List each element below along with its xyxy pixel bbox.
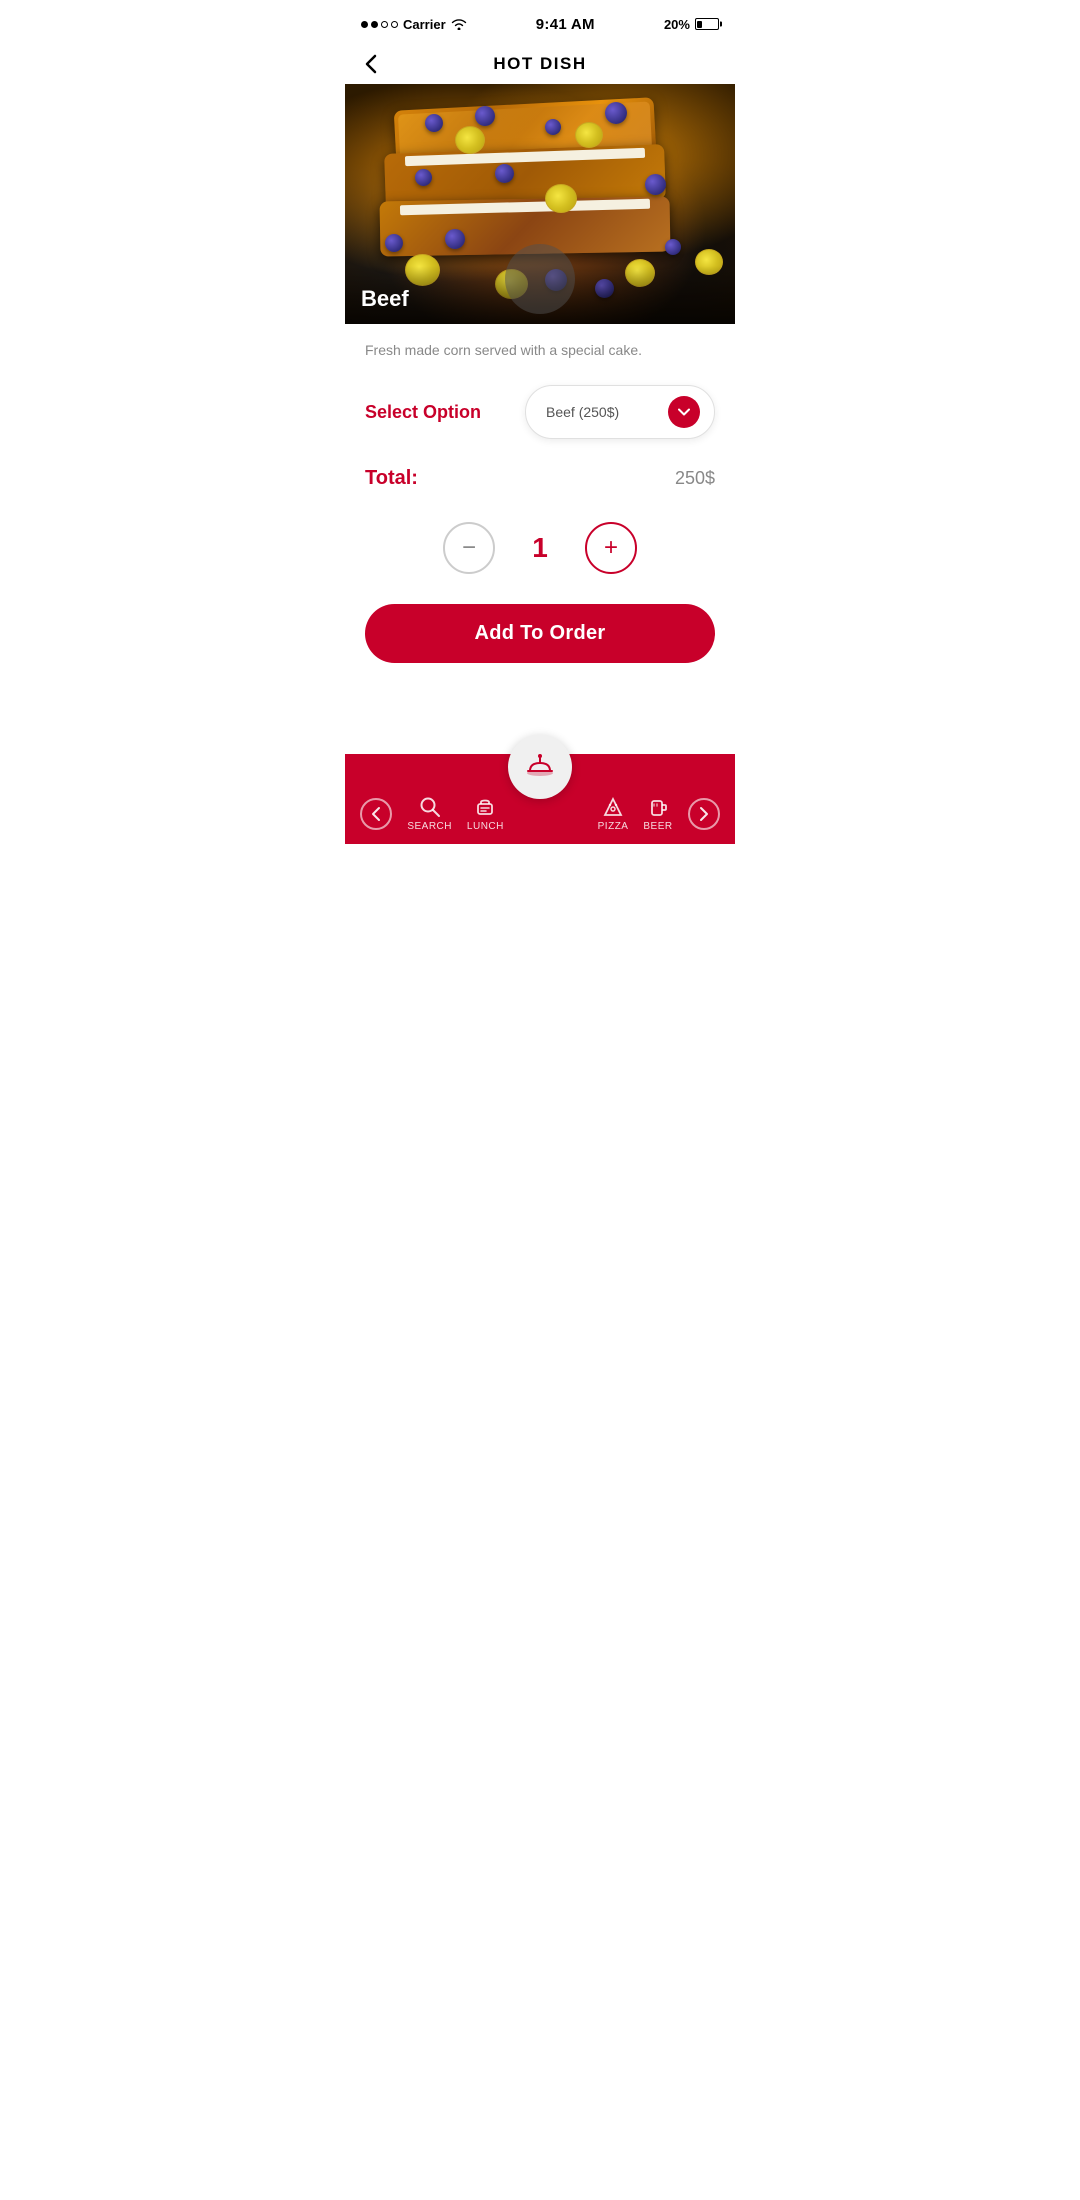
dish-name-overlay: Beef (361, 286, 409, 311)
dish-description: Fresh made corn served with a special ca… (365, 340, 715, 361)
select-dropdown[interactable]: Beef (250$) (525, 385, 715, 439)
back-button[interactable] (365, 54, 377, 74)
nav-item-search[interactable]: SEARCH (407, 796, 452, 832)
banana-1 (455, 126, 485, 154)
battery-icon (695, 18, 719, 30)
blueberry-4 (605, 102, 627, 124)
content-area: Fresh made corn served with a special ca… (345, 324, 735, 679)
home-button[interactable] (508, 735, 572, 799)
nav-item-beer[interactable]: BEER (643, 796, 672, 832)
select-option-row: Select Option Beef (250$) (365, 385, 715, 439)
blueberry-6 (495, 164, 514, 183)
nav-items-container: SEARCH LUNCH (345, 796, 735, 832)
nav-item-pizza[interactable]: PIZZA (598, 796, 629, 832)
circle-decoration (505, 244, 575, 314)
nav-beer-label: BEER (643, 821, 672, 832)
blueberry-8 (385, 234, 403, 252)
lunch-icon (474, 796, 496, 818)
blueberry-7 (645, 174, 666, 195)
status-time: 9:41 AM (536, 16, 595, 33)
signal-dots (361, 21, 398, 28)
blueberry-9 (445, 229, 465, 249)
status-left: Carrier (361, 17, 467, 32)
signal-dot-1 (361, 21, 368, 28)
nav-pizza-label: PIZZA (598, 821, 629, 832)
nav-lunch-label: LUNCH (467, 821, 504, 832)
pizza-icon (602, 796, 624, 818)
wifi-icon (451, 18, 467, 30)
banana-3 (545, 184, 577, 213)
select-option-label: Select Option (365, 402, 481, 423)
quantity-value: 1 (525, 532, 555, 564)
signal-dot-2 (371, 21, 378, 28)
signal-dot-4 (391, 21, 398, 28)
dropdown-chevron-down-icon[interactable] (668, 396, 700, 428)
status-right: 20% (664, 17, 719, 32)
blueberry-10 (665, 239, 681, 255)
total-price: 250$ (675, 468, 715, 489)
battery-percent: 20% (664, 17, 690, 32)
blueberry-2 (475, 106, 495, 126)
nav-header: HOT DISH (345, 44, 735, 84)
nav-next-button[interactable] (688, 798, 720, 830)
search-icon (419, 796, 441, 818)
beer-icon (647, 796, 669, 818)
page-title: HOT DISH (493, 54, 586, 74)
battery-fill (697, 21, 702, 28)
status-bar: Carrier 9:41 AM 20% (345, 0, 735, 44)
add-to-order-button[interactable]: Add To Order (365, 604, 715, 663)
decrease-quantity-button[interactable]: − (443, 522, 495, 574)
total-label: Total: (365, 467, 418, 490)
blueberry-5 (415, 169, 432, 186)
nav-item-lunch[interactable]: LUNCH (467, 796, 504, 832)
blueberry-3 (545, 119, 561, 135)
quantity-row: − 1 + (365, 522, 715, 574)
banana-2 (575, 122, 603, 148)
bottom-navigation: SEARCH LUNCH (345, 754, 735, 844)
signal-dot-3 (381, 21, 388, 28)
dropdown-selected-value: Beef (250$) (546, 404, 656, 420)
blueberry-1 (425, 114, 443, 132)
battery-bar (695, 18, 719, 30)
total-row: Total: 250$ (365, 467, 715, 490)
hero-image: Beef (345, 84, 735, 324)
carrier-label: Carrier (403, 17, 446, 32)
nav-search-label: SEARCH (407, 821, 452, 832)
nav-prev-button[interactable] (360, 798, 392, 830)
increase-quantity-button[interactable]: + (585, 522, 637, 574)
home-dish-icon (525, 753, 555, 781)
